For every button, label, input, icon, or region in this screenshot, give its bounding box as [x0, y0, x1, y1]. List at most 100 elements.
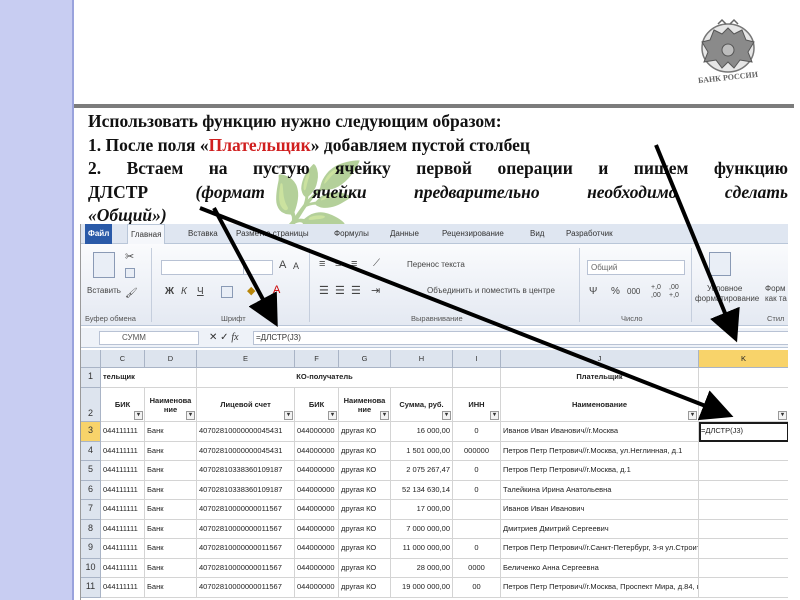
table-cell-e6[interactable]: 40702810338360109187 [197, 480, 295, 500]
table-cell-d7[interactable]: Банк [145, 500, 197, 520]
filter-dropdown-icon[interactable]: ▾ [778, 411, 787, 420]
table-cell-c4[interactable]: 044111111 [101, 441, 145, 461]
tab-page-layout[interactable]: Разметка страницы [233, 224, 312, 244]
tab-formulas[interactable]: Формулы [331, 224, 372, 244]
paste-button[interactable]: Вставить [87, 286, 121, 295]
table-cell-g4[interactable]: другая КО [339, 441, 391, 461]
table-cell-g5[interactable]: другая КО [339, 461, 391, 481]
table-cell-j4[interactable]: Петров Петр Петрович//г.Москва, ул.Негли… [501, 441, 699, 461]
table-cell-h11[interactable]: 19 000 000,00 [391, 578, 453, 598]
row-header-3[interactable]: 3 [81, 422, 101, 442]
tab-home[interactable]: Главная [127, 224, 166, 244]
table-cell-i11[interactable]: 00 [453, 578, 501, 598]
table-cell-g9[interactable]: другая КО [339, 539, 391, 559]
copy-icon[interactable] [125, 268, 135, 278]
filter-dropdown-icon[interactable]: ▾ [688, 411, 697, 420]
table-cell-f7[interactable]: 044000000 [295, 500, 339, 520]
table-cell-h7[interactable]: 17 000,00 [391, 500, 453, 520]
table-cell-e8[interactable]: 40702810000000011567 [197, 519, 295, 539]
column-header-d[interactable]: D [145, 350, 197, 368]
fill-color-icon[interactable]: ◆ [247, 284, 255, 297]
conditional-formatting-label-1[interactable]: Условное [707, 284, 742, 293]
row-header-6[interactable]: 6 [81, 480, 101, 500]
column-header-k[interactable]: K [699, 350, 788, 368]
column-header-g[interactable]: G [339, 350, 391, 368]
table-cell-k10[interactable] [699, 559, 788, 578]
table-cell-f3[interactable]: 044000000 [295, 422, 339, 442]
increase-decimal-icon[interactable]: +,0,00 [651, 284, 661, 300]
percent-format-button[interactable]: % [611, 286, 620, 297]
table-cell-c10[interactable]: 044111111 [101, 558, 145, 578]
table-cell-i5[interactable]: 0 [453, 461, 501, 481]
format-painter-icon[interactable]: 🖌 [125, 288, 138, 299]
table-cell-i3[interactable]: 0 [453, 422, 501, 442]
filter-dropdown-icon[interactable]: ▾ [380, 411, 389, 420]
table-cell-c6[interactable]: 044111111 [101, 480, 145, 500]
row-header-8[interactable]: 8 [81, 519, 101, 539]
table-cell-k7[interactable] [699, 500, 788, 520]
table-cell-k11[interactable] [699, 578, 788, 598]
align-right-icon[interactable]: ☰ [351, 284, 361, 297]
align-top-icon[interactable]: ≡ [319, 258, 325, 270]
table-cell-k5[interactable] [699, 461, 788, 481]
table-cell-i10[interactable]: 0000 [453, 558, 501, 578]
filter-dropdown-icon[interactable]: ▾ [490, 411, 499, 420]
thousands-separator-button[interactable]: 000 [627, 287, 640, 296]
table-cell-e4[interactable]: 40702810000000045431 [197, 441, 295, 461]
table-cell-d5[interactable]: Банк [145, 461, 197, 481]
table-cell-f9[interactable]: 044000000 [295, 539, 339, 559]
table-cell-f6[interactable]: 044000000 [295, 480, 339, 500]
table-cell-j7[interactable]: Иванов Иван Иванович [501, 500, 699, 520]
table-cell-i8[interactable] [453, 519, 501, 539]
table-cell-f11[interactable]: 044000000 [295, 578, 339, 598]
table-cell-d4[interactable]: Банк [145, 441, 197, 461]
table-cell-d9[interactable]: Банк [145, 539, 197, 559]
table-cell-j10[interactable]: Беличенко Анна Сергеевна [501, 558, 699, 578]
table-cell-c3[interactable]: 044111111 [101, 422, 145, 442]
table-cell-h6[interactable]: 52 134 630,14 [391, 480, 453, 500]
select-all-corner[interactable] [81, 350, 101, 368]
table-cell-d10[interactable]: Банк [145, 558, 197, 578]
column-header-f[interactable]: F [295, 350, 339, 368]
table-cell-d3[interactable]: Банк [145, 422, 197, 442]
table-cell-h9[interactable]: 11 000 000,00 [391, 539, 453, 559]
filter-dropdown-icon[interactable]: ▾ [134, 411, 143, 420]
table-cell-g8[interactable]: другая КО [339, 519, 391, 539]
decrease-decimal-icon[interactable]: ,00 +,0 [669, 284, 679, 300]
column-header-e[interactable]: E [197, 350, 295, 368]
format-as-table-label-1[interactable]: Форм [765, 284, 785, 293]
currency-format-icon[interactable]: Ψ [589, 286, 597, 297]
table-cell-f10[interactable]: 044000000 [295, 558, 339, 578]
filter-dropdown-icon[interactable]: ▾ [186, 411, 195, 420]
tab-developer[interactable]: Разработчик [563, 224, 616, 244]
column-header-i[interactable]: I [453, 350, 501, 368]
underline-button[interactable]: Ч [197, 286, 204, 297]
table-cell-g11[interactable]: другая КО [339, 578, 391, 598]
filter-dropdown-icon[interactable]: ▾ [442, 411, 451, 420]
table-cell-e7[interactable]: 40702810000000011567 [197, 500, 295, 520]
shrink-font-icon[interactable]: A [293, 261, 299, 271]
borders-icon[interactable] [221, 286, 233, 298]
align-middle-icon[interactable]: ≡ [335, 258, 341, 270]
filter-dropdown-icon[interactable]: ▾ [328, 411, 337, 420]
row-header-11[interactable]: 11 [81, 578, 101, 598]
table-cell-f5[interactable]: 044000000 [295, 461, 339, 481]
table-cell-k9[interactable] [699, 539, 788, 559]
insert-function-icon[interactable]: fx [231, 332, 238, 343]
cut-icon[interactable]: ✂ [125, 250, 134, 263]
merge-center-button[interactable]: Объединить и поместить в центре [427, 286, 555, 295]
tab-insert[interactable]: Вставка [185, 224, 221, 244]
row-header-1[interactable]: 1 [81, 368, 101, 388]
table-cell-h5[interactable]: 2 075 267,47 [391, 461, 453, 481]
table-cell-e5[interactable]: 40702810338360109187 [197, 461, 295, 481]
number-format-dropdown[interactable]: Общий [587, 260, 685, 275]
column-header-c[interactable]: C [101, 350, 145, 368]
paste-icon[interactable] [93, 252, 115, 278]
enter-icon[interactable]: ✓ [220, 332, 228, 343]
name-box[interactable]: СУММ [99, 331, 199, 345]
table-cell-e10[interactable]: 40702810000000011567 [197, 558, 295, 578]
orientation-icon[interactable]: ⟋ [373, 258, 380, 269]
grow-font-icon[interactable]: A [279, 259, 286, 271]
table-cell-i7[interactable] [453, 500, 501, 520]
table-cell-j6[interactable]: Талейкина Ирина Анатольевна [501, 480, 699, 500]
